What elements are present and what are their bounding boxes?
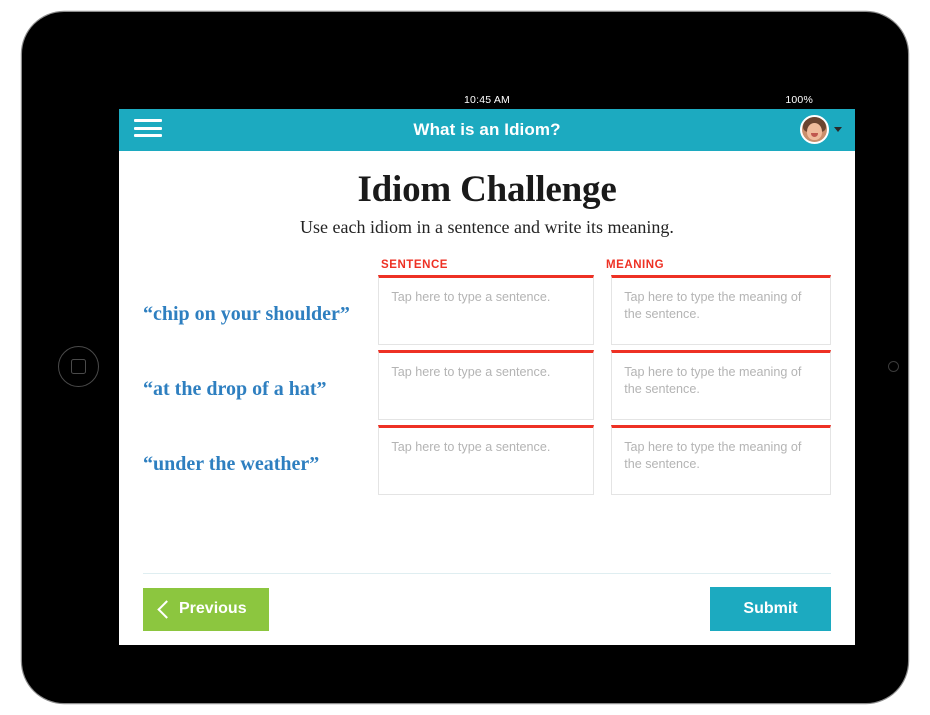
- sentence-input[interactable]: Tap here to type a sentence.: [378, 425, 595, 495]
- footer-buttons: Previous Submit: [143, 587, 831, 631]
- status-bar-time: 10:45 AM: [464, 94, 510, 106]
- chevron-down-icon[interactable]: [834, 127, 842, 132]
- sentence-input[interactable]: Tap here to type a sentence.: [378, 275, 595, 345]
- footer-divider: [143, 573, 831, 574]
- submit-button[interactable]: Submit: [710, 587, 831, 631]
- meaning-input[interactable]: Tap here to type the meaning of the sent…: [611, 425, 831, 495]
- idiom-label: “chip on your shoulder”: [143, 303, 350, 325]
- chevron-left-icon: [157, 600, 168, 619]
- previous-button-label: Previous: [179, 600, 247, 617]
- column-header-meaning: MEANING: [606, 259, 665, 271]
- idiom-label: “under the weather”: [143, 453, 320, 475]
- page-subtitle: Use each idiom in a sentence and write i…: [300, 217, 674, 237]
- table-row: “at the drop of a hat” Tap here to type …: [143, 350, 831, 420]
- page-title: Idiom Challenge: [357, 169, 617, 210]
- meaning-input[interactable]: Tap here to type the meaning of the sent…: [611, 350, 831, 420]
- home-button[interactable]: [58, 346, 99, 387]
- table-row: “under the weather” Tap here to type a s…: [143, 425, 831, 495]
- meaning-input[interactable]: Tap here to type the meaning of the sent…: [611, 275, 831, 345]
- table-column-headers: SENTENCE MEANING: [143, 259, 831, 275]
- avatar[interactable]: [800, 115, 829, 144]
- previous-button[interactable]: Previous: [143, 587, 269, 631]
- status-bar: 10:45 AM 100%: [119, 92, 855, 109]
- main-content: Idiom Challenge Use each idiom in a sent…: [119, 151, 855, 645]
- avatar-face: [807, 123, 822, 140]
- user-account-menu[interactable]: [800, 115, 842, 144]
- home-button-square-icon: [71, 359, 86, 374]
- app-header: What is an Idiom?: [119, 109, 855, 151]
- column-header-sentence: SENTENCE: [381, 259, 449, 271]
- front-camera-icon: [888, 361, 899, 372]
- tablet-device-frame: 10:45 AM 100% What is an Idiom? Idiom Ch…: [22, 12, 908, 703]
- idiom-label: “at the drop of a hat”: [143, 378, 327, 400]
- sentence-input[interactable]: Tap here to type a sentence.: [378, 350, 595, 420]
- status-bar-battery: 100%: [785, 94, 813, 106]
- footer-navigation: Previous Submit: [143, 573, 831, 631]
- app-title: What is an Idiom?: [413, 120, 561, 139]
- tablet-screen: 10:45 AM 100% What is an Idiom? Idiom Ch…: [119, 92, 855, 645]
- table-row: “chip on your shoulder” Tap here to type…: [143, 275, 831, 345]
- idiom-challenge-table: SENTENCE MEANING “chip on your shoulder”…: [143, 259, 831, 495]
